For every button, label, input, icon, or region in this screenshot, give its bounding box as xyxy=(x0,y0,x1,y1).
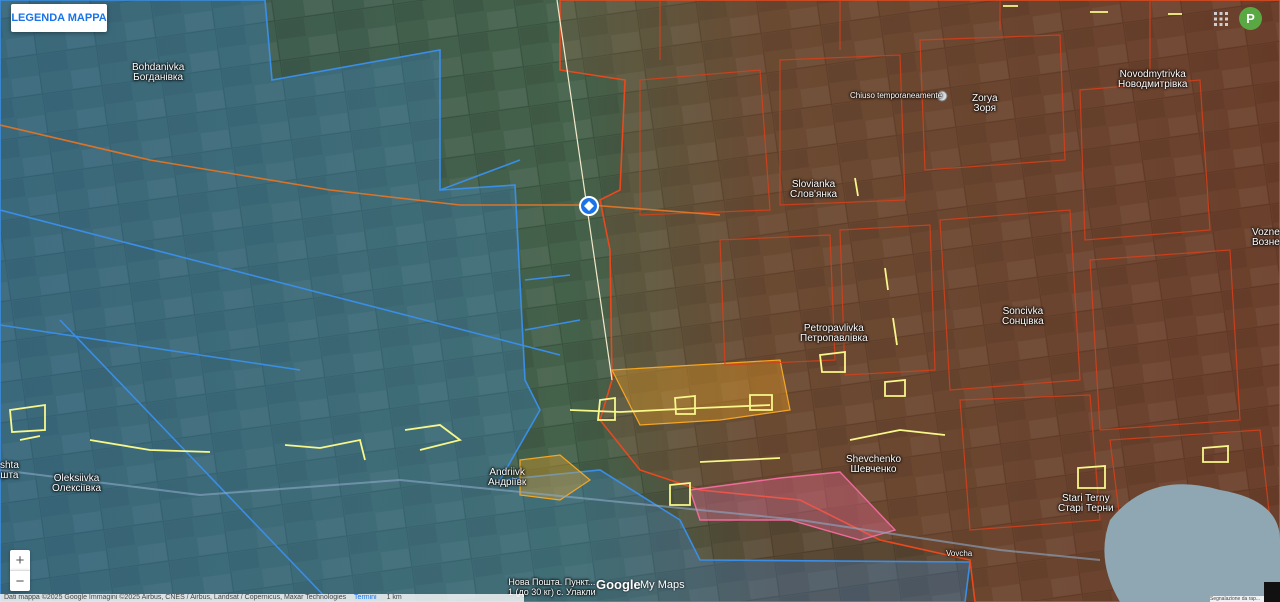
label-soncivka: Soncivka Сонцівка xyxy=(1002,306,1044,327)
label-bohdanivka: Bohdanivka Богданівка xyxy=(132,62,185,83)
poi-label-chiuso[interactable]: Chiuso temporaneamente xyxy=(850,91,942,101)
lake xyxy=(1104,484,1280,602)
scale-bar: 1 km xyxy=(386,594,402,601)
mymaps-logo: My Maps xyxy=(640,579,685,591)
apps-grid-icon[interactable] xyxy=(1213,11,1229,27)
google-logo: Google xyxy=(596,577,641,592)
zoom-in-button[interactable]: + xyxy=(10,550,30,570)
terms-link[interactable]: Termini xyxy=(354,594,377,601)
map-attribution: Dati mappa ©2025 Google Immagini ©2025 A… xyxy=(0,594,524,602)
label-andriivka: Andriivk Андріївк xyxy=(488,467,527,488)
label-novodmytrivka: Novodmytrivka Новодмитрівка xyxy=(1118,69,1188,90)
label-shevchenko: Shevchenko Шевченко xyxy=(846,454,902,475)
user-avatar[interactable]: P xyxy=(1239,7,1262,30)
report-link[interactable]: Segnalazione da rap... xyxy=(1210,596,1264,602)
corner-tool-icon[interactable] xyxy=(1264,582,1280,602)
river-label-vovcha: Vovcha xyxy=(946,549,973,558)
label-slovianka: Slovianka Слов'янка xyxy=(790,179,838,200)
label-ishta: shta шта xyxy=(0,460,19,481)
label-petropavlivka: Petropavlivka Петропавлівка xyxy=(800,323,868,344)
label-vozne: Vozne Возне xyxy=(1252,227,1280,248)
label-oleksiivka: Oleksiivka Олексіївка xyxy=(52,473,102,494)
legend-button[interactable]: LEGENDA MAPPA xyxy=(11,4,107,32)
zoom-out-button[interactable]: − xyxy=(10,570,30,591)
label-zoria: Zorya Зоря xyxy=(972,93,998,114)
label-stari-terny: Stari Terny Старі Терни xyxy=(1058,493,1114,514)
attribution-text: Dati mappa ©2025 Google Immagini ©2025 A… xyxy=(4,594,347,601)
